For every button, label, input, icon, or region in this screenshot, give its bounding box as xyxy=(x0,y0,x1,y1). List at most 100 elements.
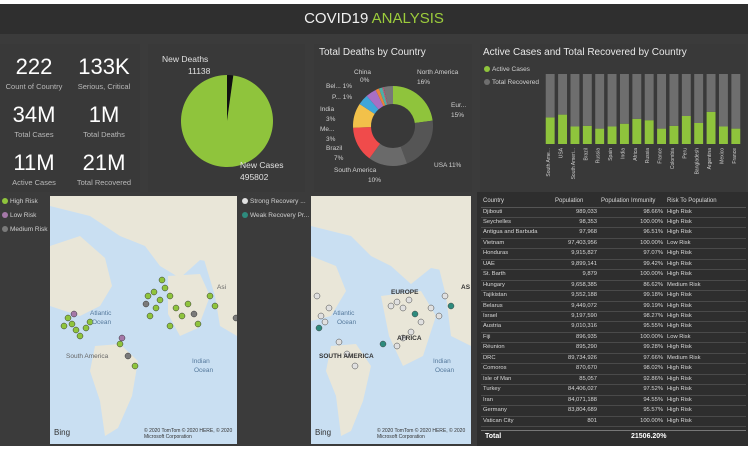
bar-recovered[interactable] xyxy=(731,74,741,129)
map-marker[interactable] xyxy=(144,292,152,300)
map-marker[interactable] xyxy=(116,340,124,348)
bar-active[interactable] xyxy=(681,116,691,144)
bar-recovered[interactable] xyxy=(619,74,629,124)
map1-legend-high[interactable]: High Risk xyxy=(2,198,38,205)
map-marker[interactable] xyxy=(131,362,139,370)
bar-recovered[interactable] xyxy=(657,74,667,129)
table-row[interactable]: DRC 89,734,926 97.66% Medium Risk xyxy=(481,353,746,365)
map-marker[interactable] xyxy=(152,304,160,312)
map-marker[interactable] xyxy=(411,310,419,318)
map-marker[interactable] xyxy=(321,318,329,326)
recovery-map-markers[interactable] xyxy=(311,196,471,444)
table-row[interactable]: Fiji 896,935 100.00% Low Risk xyxy=(481,332,746,344)
map1-legend-low[interactable]: Low Risk xyxy=(2,212,36,219)
bar-active[interactable] xyxy=(669,125,679,144)
population-table[interactable]: Country Population Population Immunity R… xyxy=(481,196,746,428)
table-row[interactable]: Vatican City 801 100.00% High Risk xyxy=(481,416,746,428)
map-marker[interactable] xyxy=(64,314,72,322)
map-marker[interactable] xyxy=(166,292,174,300)
map-marker[interactable] xyxy=(172,304,180,312)
table-row[interactable]: Turkey 84,406,027 97.52% High Risk xyxy=(481,384,746,396)
map-marker[interactable] xyxy=(190,310,198,318)
map-marker[interactable] xyxy=(435,312,443,320)
map-marker[interactable] xyxy=(184,300,192,308)
donut-slice[interactable] xyxy=(400,120,433,164)
bar-recovered[interactable] xyxy=(669,74,679,126)
pie-slice[interactable] xyxy=(181,75,273,167)
map-marker[interactable] xyxy=(70,310,78,318)
bar-recovered[interactable] xyxy=(570,74,580,127)
table-row[interactable]: Isle of Man 85,057 92.86% High Risk xyxy=(481,374,746,386)
col-risk[interactable]: Risk To Population xyxy=(665,196,746,208)
map-marker[interactable] xyxy=(393,342,401,350)
bar-active[interactable] xyxy=(632,118,642,144)
map-marker[interactable] xyxy=(393,298,401,306)
map-marker[interactable] xyxy=(68,320,76,328)
table-row[interactable]: St. Barth 9,879 100.00% High Risk xyxy=(481,269,746,281)
map-marker[interactable] xyxy=(351,362,359,370)
map-marker[interactable] xyxy=(313,292,321,300)
risk-map-markers[interactable] xyxy=(50,196,237,444)
bar-active[interactable] xyxy=(545,117,555,144)
table-row[interactable]: Vietnam 97,403,956 100.00% Low Risk xyxy=(481,238,746,250)
map-marker[interactable] xyxy=(124,352,132,360)
bar-active[interactable] xyxy=(607,126,617,145)
map-marker[interactable] xyxy=(379,340,387,348)
bar-active[interactable] xyxy=(657,128,667,144)
table-row[interactable]: Iran 84,071,188 94.55% High Risk xyxy=(481,395,746,407)
map-marker[interactable] xyxy=(76,332,84,340)
table-row[interactable]: Germany 83,804,689 95.57% High Risk xyxy=(481,405,746,417)
table-row[interactable]: Réunion 895,290 99.28% High Risk xyxy=(481,342,746,354)
map-marker[interactable] xyxy=(441,292,449,300)
map-marker[interactable] xyxy=(317,312,325,320)
bar-active[interactable] xyxy=(694,123,704,144)
map-marker[interactable] xyxy=(211,302,219,310)
bar-active[interactable] xyxy=(706,111,716,144)
bar-active[interactable] xyxy=(570,126,580,145)
map-marker[interactable] xyxy=(82,324,90,332)
col-population[interactable]: Population xyxy=(553,196,599,208)
map-marker[interactable] xyxy=(146,312,154,320)
risk-map[interactable]: Atlantic Ocean South America Asi Indian … xyxy=(50,196,237,444)
table-row[interactable]: Seychelles 98,353 100.00% High Risk xyxy=(481,217,746,229)
map-marker[interactable] xyxy=(161,284,169,292)
bar-recovered[interactable] xyxy=(545,74,555,118)
map1-legend-medium[interactable]: Medium Risk xyxy=(2,226,48,233)
map-marker[interactable] xyxy=(194,320,202,328)
table-row[interactable]: Belarus 9,449,072 99.19% High Risk xyxy=(481,301,746,313)
map2-legend-strong[interactable]: Strong Recovery ... xyxy=(242,198,306,205)
table-row[interactable]: Austria 9,010,316 95.55% High Risk xyxy=(481,321,746,333)
col-immunity[interactable]: Population Immunity xyxy=(599,196,665,208)
deaths-by-country-panel[interactable]: Total Deaths by Country China 0% Bel... … xyxy=(314,44,472,192)
col-country[interactable]: Country xyxy=(481,196,553,208)
map-marker[interactable] xyxy=(232,314,237,322)
map-marker[interactable] xyxy=(166,322,174,330)
table-row[interactable]: Hungary 9,658,385 86.62% Medium Risk xyxy=(481,280,746,292)
bar-recovered[interactable] xyxy=(607,74,617,127)
map-marker[interactable] xyxy=(158,276,166,284)
bar-active[interactable] xyxy=(558,114,568,144)
bar-recovered[interactable] xyxy=(632,74,642,119)
bar-active[interactable] xyxy=(619,123,629,144)
table-row[interactable]: Honduras 9,915,827 97.07% High Risk xyxy=(481,248,746,260)
map-marker[interactable] xyxy=(405,296,413,304)
map-marker[interactable] xyxy=(150,288,158,296)
map-marker[interactable] xyxy=(72,326,80,334)
bar-recovered[interactable] xyxy=(558,74,568,115)
map-marker[interactable] xyxy=(399,304,407,312)
map-marker[interactable] xyxy=(417,318,425,326)
bar-recovered[interactable] xyxy=(582,74,592,126)
bar-recovered[interactable] xyxy=(595,74,605,129)
active-recovered-panel[interactable]: Active Cases and Total Recovered by Coun… xyxy=(480,44,746,192)
table-row[interactable]: Antigua and Barbuda 97,968 96.51% High Risk xyxy=(481,227,746,239)
map-marker[interactable] xyxy=(447,302,455,310)
bar-active[interactable] xyxy=(731,128,741,144)
table-row[interactable]: Djibouti 989,033 98.66% High Risk xyxy=(481,207,746,218)
table-row[interactable]: UAE 9,899,141 99.42% High Risk xyxy=(481,259,746,271)
map-marker[interactable] xyxy=(142,300,150,308)
map-marker[interactable] xyxy=(335,338,343,346)
bar-active[interactable] xyxy=(718,126,728,145)
bar-chart[interactable]: South Ame... USA South Ameri... Brazil Russi… xyxy=(480,44,746,192)
bar-recovered[interactable] xyxy=(694,74,704,123)
map-marker[interactable] xyxy=(206,292,214,300)
